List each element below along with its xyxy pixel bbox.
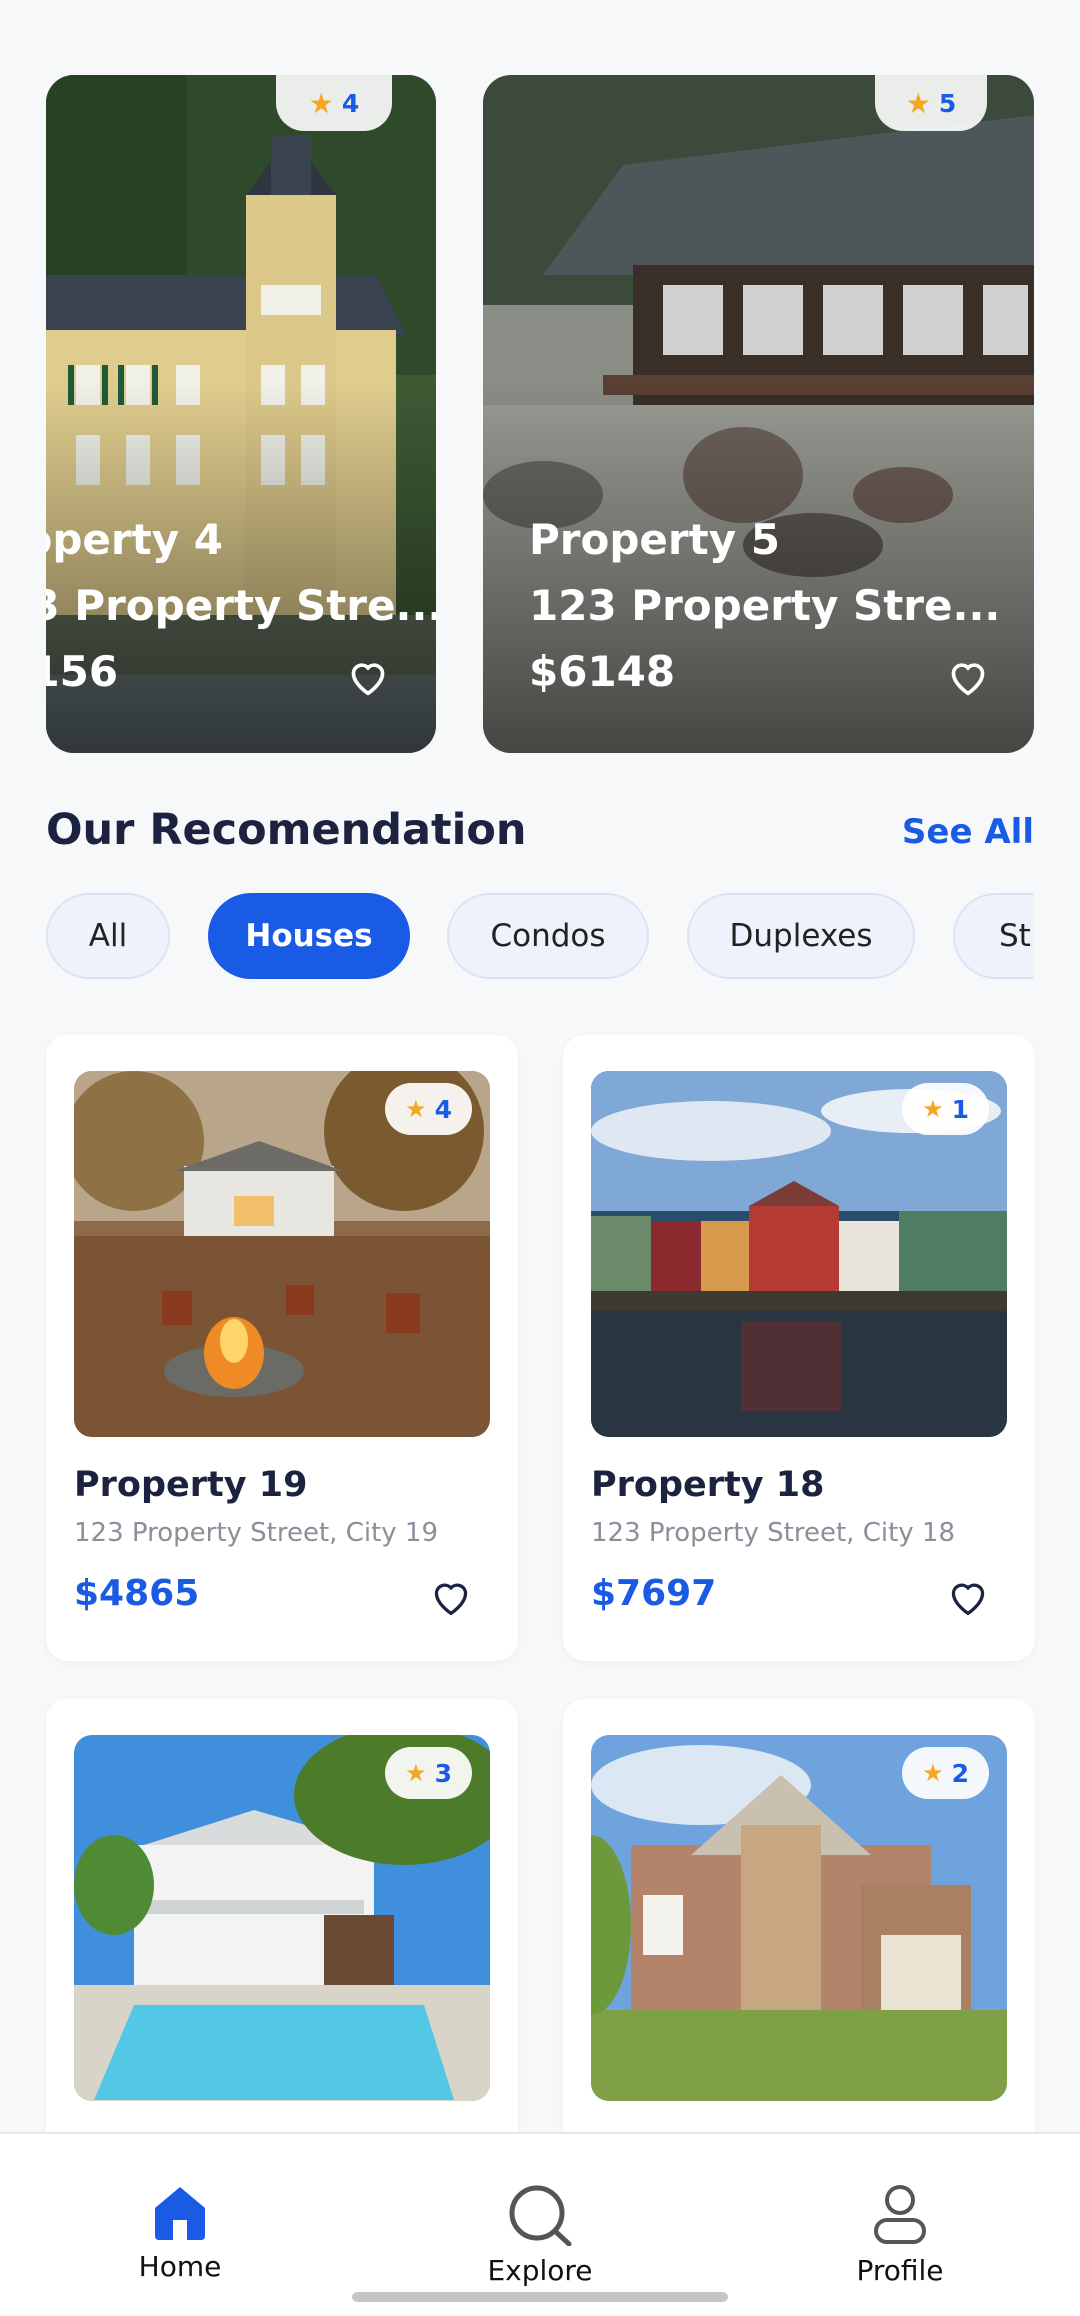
- nav-label: Home: [138, 2250, 222, 2283]
- property-card-18[interactable]: ★ 1 Property 18 123 Property Street, Cit…: [563, 1035, 1035, 1661]
- rating-badge: ★ 3: [385, 1747, 472, 1799]
- rating-value: 5: [938, 88, 957, 118]
- favorite-heart-icon[interactable]: [346, 657, 390, 697]
- featured-price: $6156: [46, 647, 119, 696]
- featured-name: Property 5: [529, 515, 780, 564]
- property-price: $7697: [591, 1573, 717, 1614]
- property-address: 123 Property Street, City 18: [591, 1518, 956, 1548]
- property-name: Property 19: [74, 1465, 308, 1505]
- property-address: 123 Property Street, City 19: [74, 1518, 439, 1548]
- favorite-heart-icon[interactable]: [429, 1577, 473, 1617]
- home-icon: [155, 2187, 205, 2240]
- property-price: $4865: [74, 1573, 200, 1614]
- star-icon: ★: [905, 86, 931, 120]
- star-icon: ★: [405, 1095, 427, 1123]
- home-indicator: [352, 2292, 728, 2302]
- rating-badge: ★ 4: [385, 1083, 472, 1135]
- favorite-heart-icon[interactable]: [946, 1577, 990, 1617]
- filter-chip-condos[interactable]: Condos: [447, 893, 649, 979]
- rating-value: 4: [434, 1094, 452, 1124]
- rating-badge: ★ 1: [902, 1083, 989, 1135]
- profile-icon: [874, 2185, 926, 2244]
- featured-card-property-5[interactable]: ★ 5 Property 5 123 Property Stre... $614…: [483, 75, 1034, 753]
- filter-chips: All Houses Condos Duplexes St: [46, 893, 1034, 981]
- property-name: Property 18: [591, 1465, 825, 1505]
- nav-explore[interactable]: Explore: [440, 2184, 640, 2294]
- featured-price: $6148: [529, 647, 676, 696]
- featured-text-clip: Property 4 123 Property Stre... $6156: [46, 75, 436, 753]
- property-image: ★ 1: [591, 1071, 1007, 1437]
- search-icon: [509, 2185, 572, 2246]
- nav-profile[interactable]: Profile: [800, 2184, 1000, 2294]
- featured-name: Property 4: [46, 515, 223, 564]
- rating-value: 2: [951, 1758, 969, 1788]
- rating-value: 1: [951, 1094, 969, 1124]
- nav-label: Explore: [487, 2254, 593, 2287]
- star-icon: ★: [405, 1759, 427, 1787]
- app-screen: ★ 4 Property 4 123 Property Stre... $615…: [0, 0, 1080, 2316]
- bottom-nav: Home Explore Profile: [0, 2132, 1080, 2316]
- property-image: ★ 4: [74, 1071, 490, 1437]
- filter-chip-houses[interactable]: Houses: [208, 893, 410, 979]
- rating-value: 3: [434, 1758, 452, 1788]
- rating-badge: ★ 5: [875, 75, 987, 131]
- property-image: ★ 2: [591, 1735, 1007, 2101]
- featured-card-property-4[interactable]: ★ 4 Property 4 123 Property Stre... $615…: [46, 75, 436, 753]
- filter-chip-label: St: [999, 918, 1031, 954]
- filter-chip-st[interactable]: St: [953, 893, 1034, 979]
- section-title: Our Recomendation: [46, 805, 527, 855]
- filter-chip-duplexes[interactable]: Duplexes: [687, 893, 915, 979]
- featured-address: 123 Property Stre...: [46, 581, 436, 630]
- see-all-link[interactable]: See All: [902, 812, 1034, 852]
- featured-address: 123 Property Stre...: [529, 581, 1001, 630]
- rating-badge: ★ 2: [902, 1747, 989, 1799]
- star-icon: ★: [922, 1095, 944, 1123]
- favorite-heart-icon[interactable]: [946, 657, 990, 697]
- property-image: ★ 3: [74, 1735, 490, 2101]
- star-icon: ★: [922, 1759, 944, 1787]
- property-card-19[interactable]: ★ 4 Property 19 123 Property Street, Cit…: [46, 1035, 518, 1661]
- nav-label: Profile: [856, 2254, 944, 2287]
- filter-chip-all[interactable]: All: [46, 893, 170, 979]
- nav-home[interactable]: Home: [80, 2184, 280, 2294]
